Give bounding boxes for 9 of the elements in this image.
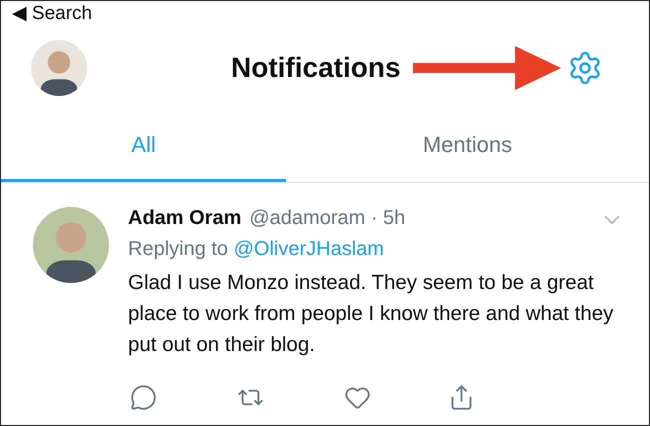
page-title: Notifications <box>231 52 401 84</box>
author-name: Adam Oram <box>128 207 242 230</box>
handle-and-time: @adamoram · 5h <box>249 207 406 230</box>
mention-link[interactable]: @OliverJHaslam <box>234 238 384 260</box>
tab[interactable]: All <box>1 111 286 182</box>
back-link[interactable]: ◀ Search <box>12 4 92 22</box>
reply-context: Replying to @OliverJHaslam <box>128 238 385 261</box>
tab[interactable]: Mentions <box>286 111 649 182</box>
tweet-text: Glad I use Monzo instead. They seem to be a great place to work from people I know there and what they put out on their blog. <box>128 270 614 358</box>
